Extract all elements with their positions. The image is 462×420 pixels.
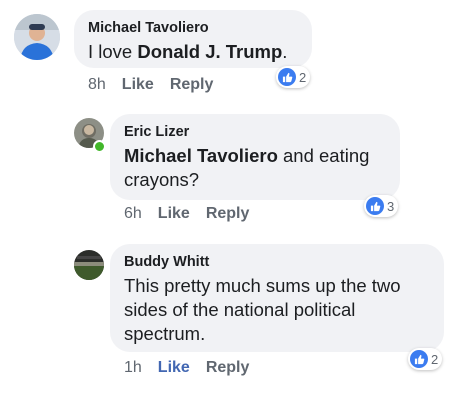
avatar[interactable] [74,250,104,280]
comment-timestamp[interactable]: 1h [124,359,142,376]
comment-text: I love Donald J. Trump. [88,41,288,62]
comment-author[interactable]: Michael Tavoliero [88,20,298,36]
reactions-count[interactable]: 2 [408,348,443,370]
profile-photo-icon [74,250,104,280]
reply-button[interactable]: Reply [206,359,250,376]
reaction-count: 2 [431,351,439,367]
reaction-count: 2 [299,69,307,85]
comment-author[interactable]: Eric Lizer [124,124,386,140]
comment-author[interactable]: Buddy Whitt [124,254,430,270]
reaction-count: 3 [387,198,395,214]
avatar[interactable] [14,14,60,60]
mention-link[interactable]: Donald J. Trump [137,41,282,62]
reply-button[interactable]: Reply [170,76,214,93]
like-button[interactable]: Like [158,359,190,376]
thumbs-up-icon [366,197,384,215]
reactions-count[interactable]: 2 [276,66,311,88]
like-button[interactable]: Like [158,205,190,222]
comment-bubble: Michael Tavoliero I love Donald J. Trump… [74,10,312,68]
comment-text: Michael Tavoliero and eating crayons? [124,145,370,190]
comment-timestamp[interactable]: 8h [88,76,106,93]
comment-actions: 1h Like Reply [124,359,265,377]
mention-link[interactable]: Michael Tavoliero [124,145,278,166]
reactions-count[interactable]: 3 [364,195,399,217]
comment-actions: 6h Like Reply [124,205,265,223]
comment-bubble: Buddy Whitt This pretty much sums up the… [110,244,444,352]
comment-timestamp[interactable]: 6h [124,205,142,222]
profile-photo-icon [14,14,60,60]
reply-button[interactable]: Reply [206,205,250,222]
comment-text: This pretty much sums up the two sides o… [124,275,401,344]
thumbs-up-icon [410,350,428,368]
online-status-icon [93,140,106,153]
thumbs-up-icon [278,68,296,86]
comment-actions: 8h Like Reply [88,76,229,94]
comment-bubble: Eric Lizer Michael Tavoliero and eating … [110,114,400,200]
like-button[interactable]: Like [122,76,154,93]
